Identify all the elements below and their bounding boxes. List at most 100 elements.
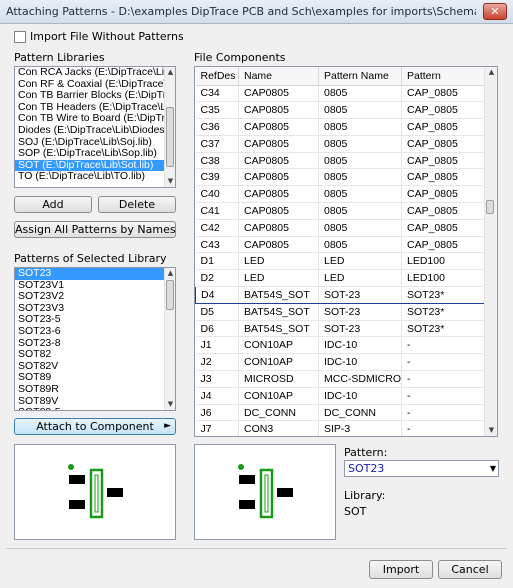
library-list-item[interactable]: Con RCA Jacks (E:\DipTrace\Lib (15, 67, 175, 79)
table-cell[interactable]: CAP0805 (238, 219, 319, 237)
table-cell[interactable]: C38 (195, 152, 239, 170)
table-cell[interactable]: D4 (195, 286, 239, 304)
table-cell[interactable]: D2 (195, 269, 239, 288)
table-row[interactable]: D5 BAT54S_SOT SOT-23 SOT23* (195, 303, 486, 321)
scroll-down-icon[interactable]: ▼ (165, 399, 175, 410)
table-cell[interactable]: - (401, 370, 486, 388)
table-row[interactable]: C38 CAP0805 0805 CAP_0805 (195, 152, 486, 170)
cancel-button[interactable]: Cancel (438, 560, 502, 579)
table-row[interactable]: C39 CAP0805 0805 CAP_0805 (195, 168, 486, 187)
pattern-libraries-scrollbar[interactable]: ▲ ▼ (164, 67, 175, 187)
library-patterns-list[interactable]: SOT23 SOT23V1 SOT23V2 SOT23V3 SOT23-5 SOT23-6… (14, 267, 176, 411)
pattern-list-item[interactable]: SOT23 (15, 268, 175, 280)
table-cell[interactable]: 0805 (318, 202, 402, 220)
column-header[interactable]: Pattern (401, 67, 486, 86)
table-cell[interactable]: C39 (195, 168, 239, 187)
table-cell[interactable]: CAP0805 (238, 202, 319, 220)
table-cell[interactable]: 0805 (318, 101, 402, 120)
table-cell[interactable]: MICROSD (238, 370, 319, 388)
table-cell[interactable]: D5 (195, 303, 239, 321)
scroll-down-icon[interactable]: ▼ (165, 176, 175, 187)
table-row[interactable]: C34 CAP0805 0805 CAP_0805 (195, 85, 486, 103)
table-cell[interactable]: CAP_0805 (401, 85, 486, 103)
table-cell[interactable]: CAP0805 (238, 101, 319, 120)
column-header[interactable]: RefDes (195, 67, 239, 86)
table-row[interactable]: D6 BAT54S_SOT SOT-23 SOT23* (195, 320, 486, 338)
table-cell[interactable]: SIP-3 (318, 420, 402, 436)
table-cell[interactable]: CAP_0805 (401, 219, 486, 237)
table-row[interactable]: C42 CAP0805 0805 CAP_0805 (195, 219, 486, 237)
table-cell[interactable]: LED (238, 269, 319, 288)
table-cell[interactable]: LED (318, 252, 402, 271)
scroll-up-icon[interactable]: ▲ (485, 67, 497, 78)
table-cell[interactable]: BAT54S_SOT (238, 286, 319, 304)
table-cell[interactable]: J2 (195, 353, 239, 372)
table-row[interactable]: J3MICROSDMCC-SDMICRO_1- (195, 370, 486, 388)
file-components-grid[interactable]: RefDes Name Pattern Name Pattern C34 CAP0805… (194, 66, 498, 437)
table-cell[interactable]: C35 (195, 101, 239, 120)
table-cell[interactable]: SOT-23 (318, 320, 402, 338)
table-cell[interactable]: IDC-10 (318, 336, 402, 355)
table-cell[interactable]: - (401, 387, 486, 405)
table-cell[interactable]: C37 (195, 135, 239, 153)
table-cell[interactable]: C34 (195, 85, 239, 103)
add-button[interactable]: Add (14, 196, 92, 213)
table-cell[interactable]: CAP_0805 (401, 168, 486, 187)
pattern-libraries-list[interactable]: Con RCA Jacks (E:\DipTrace\Lib Con RF & C… (14, 66, 176, 188)
table-cell[interactable]: IDC-10 (318, 353, 402, 372)
table-cell[interactable]: 0805 (318, 152, 402, 170)
pattern-list-item[interactable]: SOT89R (15, 383, 175, 396)
table-row[interactable]: D4 BAT54S_SOT SOT-23 SOT23* (195, 286, 486, 304)
table-cell[interactable]: CON10AP (238, 387, 319, 405)
table-cell[interactable]: BAT54S_SOT (238, 320, 319, 338)
table-row[interactable]: C37 CAP0805 0805 CAP_0805 (195, 135, 486, 153)
table-cell[interactable]: J6 (195, 404, 239, 422)
scroll-down-icon[interactable]: ▼ (485, 425, 497, 436)
table-cell[interactable]: CAP_0805 (401, 185, 486, 204)
table-cell[interactable]: 0805 (318, 118, 402, 136)
table-cell[interactable]: SOT23* (401, 303, 486, 321)
library-list-item[interactable]: TO (E:\DipTrace\Lib\TO.lib) (15, 171, 175, 183)
table-cell[interactable]: LED100 (401, 252, 486, 271)
table-cell[interactable]: J3 (195, 370, 239, 388)
table-row[interactable]: J1 CON10AP IDC-10- (195, 336, 486, 355)
table-cell[interactable]: C42 (195, 219, 239, 237)
table-cell[interactable]: CAP0805 (238, 185, 319, 204)
table-cell[interactable]: DC_CONN (238, 404, 319, 422)
table-cell[interactable]: 0805 (318, 185, 402, 204)
table-cell[interactable]: C40 (195, 185, 239, 204)
table-cell[interactable]: LED100 (401, 269, 486, 288)
import-without-patterns-checkbox[interactable] (14, 30, 26, 43)
table-cell[interactable]: MCC-SDMICRO_1 (318, 370, 402, 388)
table-cell[interactable]: CAP0805 (238, 135, 319, 153)
pattern-list-item[interactable]: SOT89-5 (15, 407, 175, 410)
table-row[interactable]: D1 LED LED LED100 (195, 252, 486, 271)
table-cell[interactable]: J7 (195, 420, 239, 436)
table-cell[interactable]: IDC-10 (318, 387, 402, 405)
table-cell[interactable]: SOT-23 (318, 286, 402, 304)
table-cell[interactable]: CAP_0805 (401, 202, 486, 220)
table-cell[interactable]: - (401, 353, 486, 372)
table-cell[interactable]: 0805 (318, 135, 402, 153)
table-row[interactable]: J2 CON10AP IDC-10- (195, 353, 486, 372)
column-header[interactable]: Name (238, 67, 319, 86)
table-row[interactable]: C41 CAP0805 0805 CAP_0805 (195, 202, 486, 220)
library-list-item[interactable]: Diodes (E:\DipTrace\Lib\Diodes (15, 124, 175, 137)
table-cell[interactable]: - (401, 404, 486, 422)
table-cell[interactable]: 0805 (318, 219, 402, 237)
table-cell[interactable]: CAP0805 (238, 152, 319, 170)
table-cell[interactable]: CAP_0805 (401, 236, 486, 254)
table-cell[interactable]: SOT23* (401, 286, 486, 304)
table-cell[interactable]: CAP0805 (238, 118, 319, 136)
table-row[interactable]: J4 CON10AP IDC-10- (195, 387, 486, 405)
table-cell[interactable]: J1 (195, 336, 239, 355)
table-cell[interactable]: - (401, 420, 486, 436)
import-without-patterns-row[interactable]: Import File Without Patterns (14, 30, 184, 43)
chevron-down-icon[interactable]: ▼ (490, 461, 496, 476)
table-cell[interactable]: CAP_0805 (401, 152, 486, 170)
table-cell[interactable]: SOT-23 (318, 303, 402, 321)
column-header[interactable]: Pattern Name (318, 67, 402, 86)
table-cell[interactable]: C43 (195, 236, 239, 254)
assign-all-button[interactable]: Assign All Patterns by Names (14, 221, 176, 238)
table-cell[interactable]: - (401, 336, 486, 355)
